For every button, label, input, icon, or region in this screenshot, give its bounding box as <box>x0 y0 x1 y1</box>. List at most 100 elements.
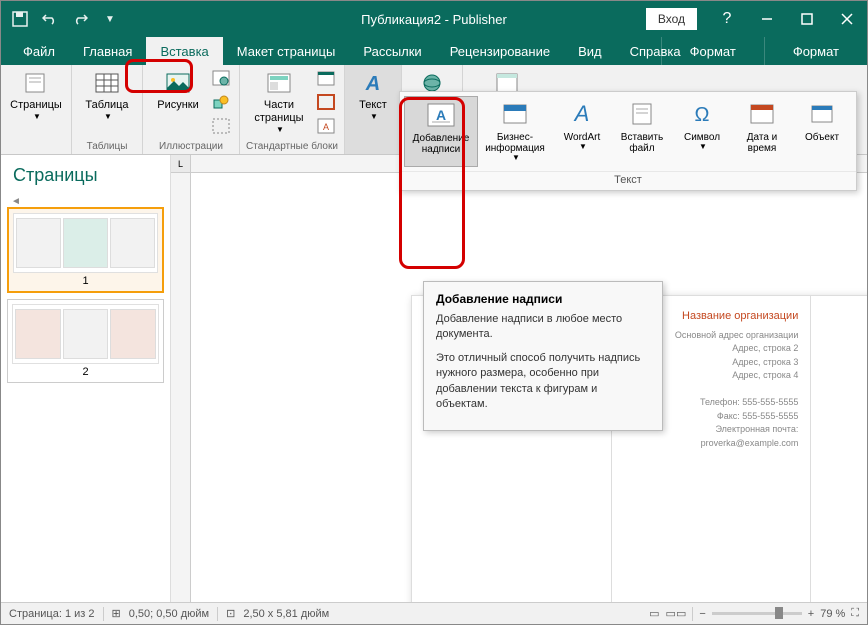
contextual-tabs: Формат Формат <box>661 37 867 65</box>
text-button[interactable]: A Текст▼ <box>351 67 395 126</box>
group-text-btn: A Текст▼ <box>345 65 402 154</box>
business-label: Бизнес-информация <box>482 132 548 154</box>
wordart-icon: A <box>566 100 598 128</box>
online-pictures-button[interactable] <box>209 67 233 89</box>
view-single-icon[interactable]: ▭ <box>649 607 659 620</box>
tab-format-2[interactable]: Формат <box>764 37 867 65</box>
svg-text:Ω: Ω <box>695 104 710 126</box>
quick-access-toolbar: ▼ <box>1 10 129 28</box>
zoom-fit-icon[interactable]: ⛶ <box>851 607 859 620</box>
titlebar: ▼ Публикация2 - Publisher Вход ? <box>1 1 867 37</box>
page-thumb-2-number: 2 <box>12 364 159 378</box>
business-icon <box>499 100 531 128</box>
group-pages-label <box>35 141 38 154</box>
tab-file[interactable]: Файл <box>9 37 69 65</box>
tooltip-line2: Это отличный способ получить надпись нуж… <box>436 351 650 413</box>
page-thumb-2[interactable]: 2 <box>7 299 164 383</box>
svg-text:A: A <box>323 122 329 132</box>
ribbon-tabs: Файл Главная Вставка Макет страницы Расс… <box>1 37 867 65</box>
view-spread-icon[interactable]: ▭▭ <box>666 607 687 620</box>
insert-file-label: Вставить файл <box>616 132 668 154</box>
symbol-icon: Ω <box>686 100 718 128</box>
add-textbox-button[interactable]: A Добавление надписи <box>404 96 478 167</box>
tab-review[interactable]: Рецензирование <box>436 37 564 65</box>
shapes-button[interactable] <box>209 91 233 113</box>
save-icon[interactable] <box>11 10 29 28</box>
maximize-icon[interactable] <box>787 3 827 35</box>
pictures-icon <box>162 71 194 95</box>
zoom-out-button[interactable]: − <box>699 608 705 620</box>
tab-home[interactable]: Главная <box>69 37 146 65</box>
status-size-icon: ⊡ <box>226 607 235 620</box>
status-position-icon: ⊞ <box>112 607 121 620</box>
business-info-button[interactable]: Бизнес-информация▼ <box>478 96 552 167</box>
datetime-icon <box>746 100 778 128</box>
brochure-panel-3 <box>811 296 867 602</box>
borders-button[interactable] <box>314 91 338 113</box>
object-button[interactable]: Объект <box>792 96 852 167</box>
ruler-corner: L <box>171 155 191 173</box>
ads-button[interactable]: A <box>314 115 338 137</box>
calendar-button[interactable] <box>314 67 338 89</box>
tab-view[interactable]: Вид <box>564 37 616 65</box>
tab-mailings[interactable]: Рассылки <box>349 37 435 65</box>
group-blocks-label: Стандартные блоки <box>246 141 338 154</box>
qat-customize-icon[interactable]: ▼ <box>101 10 119 28</box>
zoom-slider[interactable] <box>712 612 802 615</box>
object-icon <box>806 100 838 128</box>
titlebar-right: Вход ? <box>646 1 867 37</box>
zoom-in-button[interactable]: + <box>808 608 814 620</box>
text-dropdown-group-label: Текст <box>400 171 856 190</box>
tooltip: Добавление надписи Добавление надписи в … <box>423 281 663 431</box>
pictures-button[interactable]: Рисунки <box>149 67 207 116</box>
status-page[interactable]: Страница: 1 из 2 <box>9 608 95 620</box>
page-parts-button[interactable]: Части страницы▼ <box>246 67 312 139</box>
status-size: 2,50 x 5,81 дюйм <box>243 608 329 620</box>
pages-label: Страницы <box>10 99 62 112</box>
group-illustrations: Рисунки Иллюстрации <box>143 65 240 154</box>
zoom-level[interactable]: 79 % <box>820 608 845 620</box>
help-icon[interactable]: ? <box>707 3 747 35</box>
pages-icon <box>20 71 52 95</box>
pictures-label: Рисунки <box>157 99 199 112</box>
undo-icon[interactable] <box>41 10 59 28</box>
tooltip-line1: Добавление надписи в любое место докумен… <box>436 312 650 343</box>
insert-file-button[interactable]: Вставить файл <box>612 96 672 167</box>
group-blocks: Части страницы▼ A Стандартные блоки <box>240 65 345 154</box>
insert-file-icon <box>626 100 658 128</box>
status-position: 0,50; 0,50 дюйм <box>129 608 209 620</box>
svg-text:A: A <box>365 73 380 94</box>
add-textbox-label: Добавление надписи <box>409 133 473 155</box>
ruler-vertical <box>171 173 191 602</box>
table-button[interactable]: Таблица▼ <box>78 67 136 126</box>
datetime-button[interactable]: Дата и время <box>732 96 792 167</box>
org-email: proverka@example.com <box>624 437 799 451</box>
redo-icon[interactable] <box>71 10 89 28</box>
pages-button[interactable]: Страницы▼ <box>7 67 65 126</box>
close-icon[interactable] <box>827 3 867 35</box>
page-parts-label: Части страницы <box>254 99 303 125</box>
page-thumb-1-number: 1 <box>13 273 158 287</box>
wordart-button[interactable]: A WordArt▼ <box>552 96 612 167</box>
tooltip-body: Добавление надписи в любое место докумен… <box>436 312 650 412</box>
svg-text:A: A <box>573 101 590 126</box>
tab-format-1[interactable]: Формат <box>661 37 764 65</box>
page-thumb-1[interactable]: 1 <box>7 207 164 293</box>
add-textbox-icon: A <box>425 101 457 129</box>
group-tables-label: Таблицы <box>87 141 128 154</box>
page-parts-icon <box>263 71 295 95</box>
object-label: Объект <box>805 132 839 143</box>
symbol-button[interactable]: Ω Символ▼ <box>672 96 732 167</box>
tooltip-title: Добавление надписи <box>436 292 650 306</box>
group-illustrations-label: Иллюстрации <box>159 141 223 154</box>
picture-placeholder-button[interactable] <box>209 115 233 137</box>
text-dropdown-panel: A Добавление надписи Бизнес-информация▼ … <box>399 91 857 191</box>
text-label: Текст <box>359 99 387 112</box>
login-button[interactable]: Вход <box>646 8 697 30</box>
tab-layout[interactable]: Макет страницы <box>223 37 350 65</box>
minimize-icon[interactable] <box>747 3 787 35</box>
pages-panel: Страницы ◄ 1 2 <box>1 155 171 602</box>
group-tables: Таблица▼ Таблицы <box>72 65 143 154</box>
tab-insert[interactable]: Вставка <box>146 37 222 65</box>
text-icon: A <box>357 71 389 95</box>
